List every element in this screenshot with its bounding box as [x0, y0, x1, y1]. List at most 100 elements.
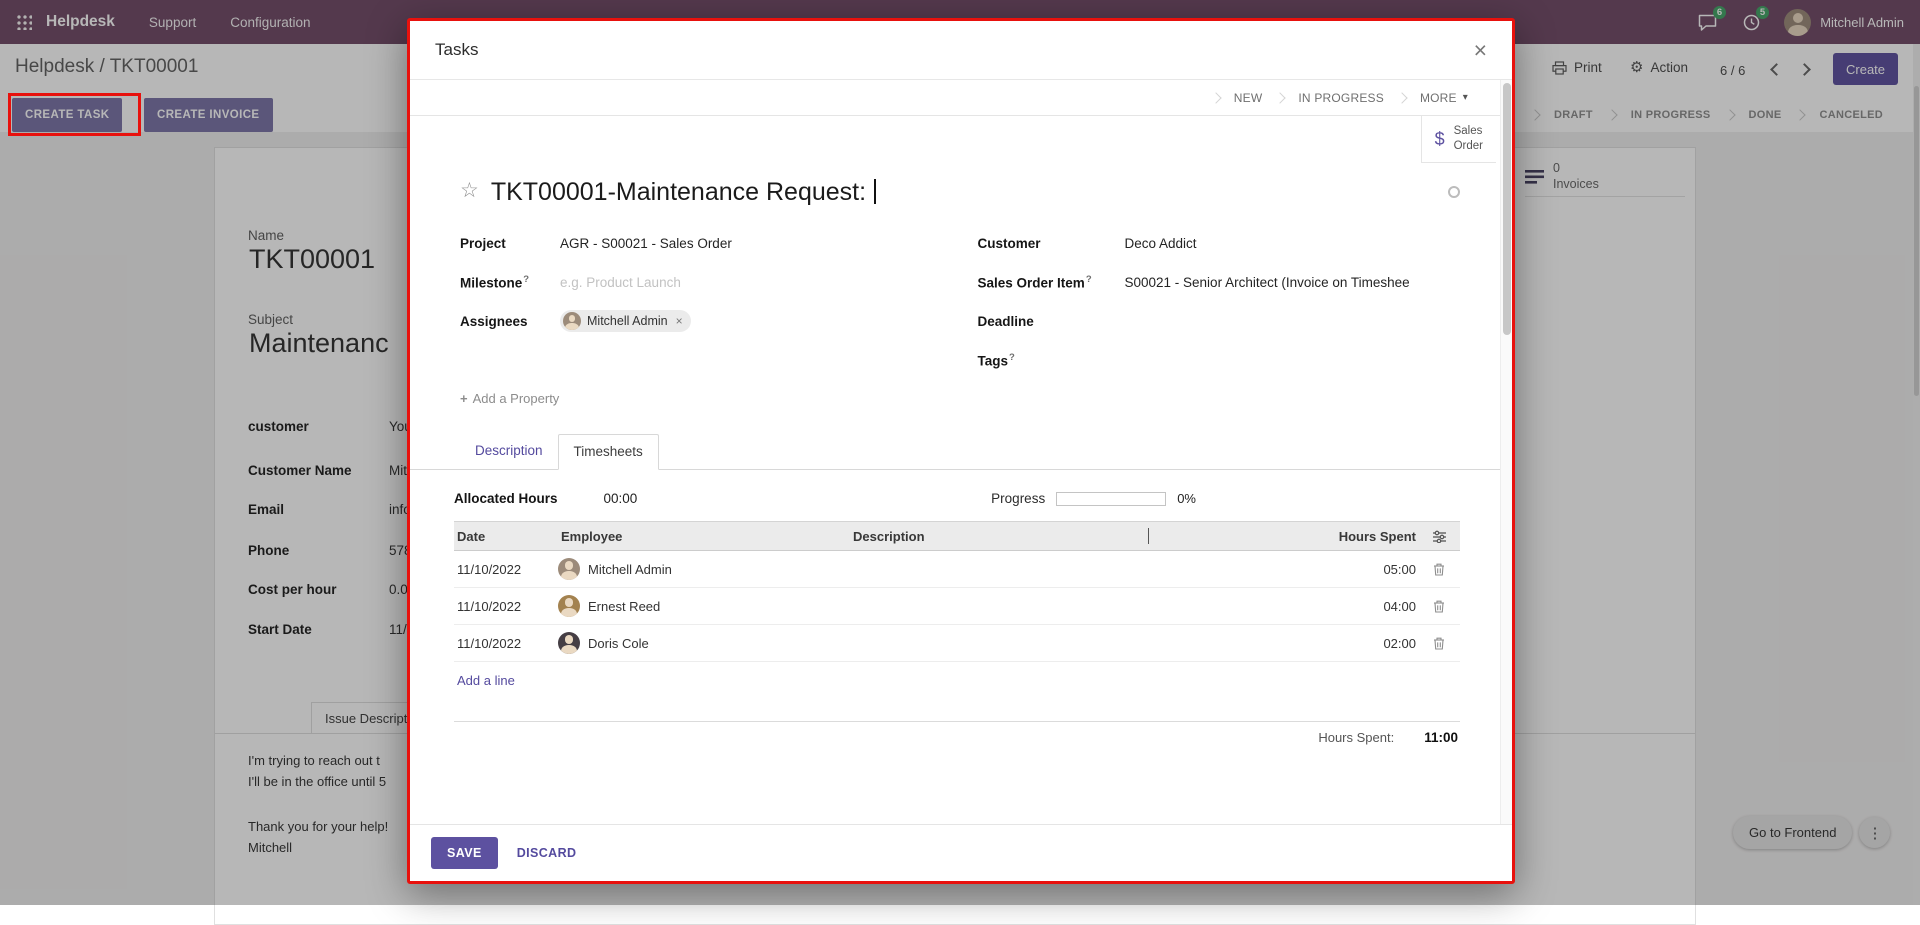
assignee-name: Mitchell Admin — [587, 314, 668, 328]
tab-timesheets[interactable]: Timesheets — [558, 434, 659, 470]
allocated-hours-row: Allocated Hours 00:00 Progress 0% — [454, 491, 1460, 506]
add-line-button[interactable]: Add a line — [454, 662, 518, 699]
timesheet-employee[interactable]: Ernest Reed — [558, 595, 850, 617]
timesheet-row[interactable]: 11/10/2022 Mitchell Admin 05:00 — [454, 551, 1460, 588]
progress-label: Progress — [991, 491, 1045, 506]
assignee-tag[interactable]: Mitchell Admin × — [560, 310, 691, 332]
add-property-label: Add a Property — [473, 391, 560, 406]
delete-row-button[interactable] — [1418, 600, 1460, 613]
modal-scrollbar-thumb[interactable] — [1503, 83, 1511, 335]
text-cursor — [874, 179, 876, 204]
milestone-input[interactable]: e.g. Product Launch — [560, 275, 920, 290]
trash-icon — [1433, 600, 1445, 613]
modal-scrollbar[interactable] — [1500, 80, 1512, 824]
tasks-modal: Tasks × NEW IN PROGRESS MORE ▾ $ Sales O… — [407, 18, 1515, 884]
field-label: Customer — [978, 236, 1041, 251]
add-property-button[interactable]: + Add a Property — [460, 391, 559, 406]
status-more-dropdown[interactable]: MORE ▾ — [1406, 91, 1482, 105]
customer-value[interactable]: Deco Addict — [1125, 236, 1461, 251]
field-milestone: Milestone? e.g. Product Launch — [460, 270, 920, 295]
star-icon[interactable]: ☆ — [460, 180, 479, 201]
employee-name: Ernest Reed — [588, 599, 660, 614]
field-label: Deadline — [978, 314, 1034, 329]
project-value[interactable]: AGR - S00021 - Sales Order — [560, 236, 920, 251]
button-box: $ Sales Order — [410, 116, 1512, 163]
modal-title: Tasks — [435, 40, 478, 60]
header-employee[interactable]: Employee — [558, 529, 850, 544]
tab-description[interactable]: Description — [460, 434, 558, 469]
field-assignees: Assignees Mitchell Admin × — [460, 309, 920, 334]
field-label: Tags — [978, 354, 1009, 369]
field-sales-order-item: Sales Order Item? S00021 - Senior Archit… — [978, 270, 1461, 295]
timesheets-table: Date Employee Description Hours Spent 11… — [454, 521, 1460, 745]
plus-icon: + — [460, 391, 468, 406]
field-label: Assignees — [460, 314, 528, 329]
timesheet-date[interactable]: 11/10/2022 — [454, 562, 558, 577]
sort-ascending-icon[interactable] — [1148, 529, 1194, 544]
status-in-progress[interactable]: IN PROGRESS — [1284, 91, 1398, 105]
status-more-label: MORE — [1420, 91, 1457, 105]
help-icon: ? — [523, 274, 529, 285]
sales-order-stat-text: Sales Order — [1454, 124, 1483, 154]
table-header: Date Employee Description Hours Spent — [454, 521, 1460, 551]
field-label: Project — [460, 236, 506, 251]
timesheet-hours[interactable]: 05:00 — [1194, 562, 1418, 577]
progress-group: Progress 0% — [991, 491, 1196, 506]
assignees-input[interactable]: Mitchell Admin × — [560, 310, 920, 333]
header-hours-spent[interactable]: Hours Spent — [1194, 529, 1418, 544]
table-total-row: Hours Spent: 11:00 — [454, 721, 1460, 745]
modal-header: Tasks × — [410, 21, 1512, 80]
assignee-avatar — [563, 312, 581, 330]
fields-right-column: Customer Deco Addict Sales Order Item? S… — [978, 231, 1461, 387]
delete-row-button[interactable] — [1418, 563, 1460, 576]
dollar-icon: $ — [1435, 129, 1445, 150]
caret-down-icon: ▾ — [1463, 92, 1468, 103]
field-label: Milestone — [460, 276, 522, 291]
timesheet-hours[interactable]: 02:00 — [1194, 636, 1418, 651]
header-date[interactable]: Date — [454, 529, 558, 544]
employee-name: Doris Cole — [588, 636, 649, 651]
timesheet-hours[interactable]: 04:00 — [1194, 599, 1418, 614]
notebook-tabs: Description Timesheets — [410, 434, 1512, 470]
sales-order-item-value[interactable]: S00021 - Senior Architect (Invoice on Ti… — [1125, 275, 1461, 290]
trash-icon — [1433, 563, 1445, 576]
task-title-row: ☆ TKT00001-Maintenance Request: — [460, 178, 1460, 207]
timesheet-date[interactable]: 11/10/2022 — [454, 636, 558, 651]
timesheets-pane: Allocated Hours 00:00 Progress 0% Date E… — [410, 470, 1512, 745]
help-icon: ? — [1086, 274, 1092, 285]
discard-button[interactable]: DISCARD — [504, 837, 590, 869]
field-tags: Tags? — [978, 348, 1461, 373]
timesheet-date[interactable]: 11/10/2022 — [454, 599, 558, 614]
close-icon[interactable]: × — [1474, 39, 1487, 62]
status-new[interactable]: NEW — [1220, 91, 1277, 105]
timesheet-row[interactable]: 11/10/2022 Ernest Reed 04:00 — [454, 588, 1460, 625]
delete-row-button[interactable] — [1418, 637, 1460, 650]
save-button[interactable]: SAVE — [431, 837, 498, 869]
modal-body: NEW IN PROGRESS MORE ▾ $ Sales Order ☆ T… — [410, 80, 1512, 824]
header-description[interactable]: Description — [850, 529, 1148, 544]
field-project: Project AGR - S00021 - Sales Order — [460, 231, 920, 256]
remove-tag-icon[interactable]: × — [676, 314, 683, 328]
task-title-text: TKT00001-Maintenance Request: — [491, 178, 873, 206]
stat-line: Sales — [1454, 124, 1483, 139]
trash-icon — [1433, 637, 1445, 650]
timesheet-employee[interactable]: Doris Cole — [558, 632, 850, 654]
progress-bar — [1056, 492, 1166, 506]
timesheet-row[interactable]: 11/10/2022 Doris Cole 02:00 — [454, 625, 1460, 662]
allocated-hours-label: Allocated Hours — [454, 491, 558, 506]
employee-avatar — [558, 632, 580, 654]
sales-order-stat-button[interactable]: $ Sales Order — [1421, 116, 1496, 163]
employee-avatar — [558, 595, 580, 617]
task-title-input[interactable]: TKT00001-Maintenance Request: — [491, 178, 876, 207]
total-hours-value: 11:00 — [1424, 730, 1458, 745]
field-deadline: Deadline — [978, 309, 1461, 334]
total-hours-label: Hours Spent: — [1318, 730, 1394, 745]
kanban-state-icon[interactable] — [1448, 186, 1460, 198]
timesheet-employee[interactable]: Mitchell Admin — [558, 558, 850, 580]
employee-name: Mitchell Admin — [588, 562, 672, 577]
allocated-hours-value[interactable]: 00:00 — [604, 491, 638, 506]
field-customer: Customer Deco Addict — [978, 231, 1461, 256]
stat-line: Order — [1454, 139, 1483, 154]
optional-columns-icon[interactable] — [1418, 530, 1460, 543]
task-statusbar: NEW IN PROGRESS MORE ▾ — [410, 80, 1512, 116]
